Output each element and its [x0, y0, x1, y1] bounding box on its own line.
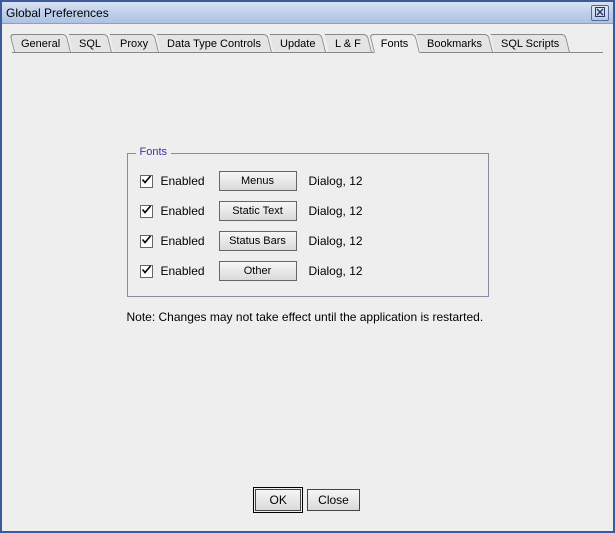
font-button-other[interactable]: Other: [219, 261, 297, 281]
check-icon: [141, 264, 152, 278]
font-button-status-bars[interactable]: Status Bars: [219, 231, 297, 251]
enabled-label: Enabled: [161, 174, 211, 188]
tab-data-type-controls[interactable]: Data Type Controls: [157, 34, 272, 52]
preferences-window: Global Preferences General SQL Proxy Dat…: [0, 0, 615, 533]
check-icon: [141, 234, 152, 248]
fonts-legend: Fonts: [136, 146, 172, 158]
font-button-static-text[interactable]: Static Text: [219, 201, 297, 221]
restart-note: Note: Changes may not take effect until …: [127, 309, 489, 325]
font-button-menus[interactable]: Menus: [219, 171, 297, 191]
tab-update[interactable]: Update: [270, 34, 327, 52]
dialog-buttonbar: OK Close: [12, 489, 603, 511]
close-icon: [595, 6, 605, 20]
window-close-button[interactable]: [591, 5, 609, 21]
enabled-label: Enabled: [161, 264, 211, 278]
font-desc-static-text: Dialog, 12: [309, 204, 363, 218]
tab-l-and-f[interactable]: L & F: [324, 34, 371, 52]
tab-general[interactable]: General: [10, 34, 72, 52]
enabled-checkbox-status-bars[interactable]: [140, 235, 153, 248]
font-row-menus: Enabled Menus Dialog, 12: [140, 168, 476, 194]
check-icon: [141, 174, 152, 188]
tab-sql[interactable]: SQL: [69, 34, 113, 52]
enabled-checkbox-other[interactable]: [140, 265, 153, 278]
font-desc-menus: Dialog, 12: [309, 174, 363, 188]
fonts-fieldset: Fonts Enabled Menus Dialog, 12 Enabled S…: [127, 153, 489, 297]
titlebar: Global Preferences: [2, 2, 613, 24]
font-desc-other: Dialog, 12: [309, 264, 363, 278]
font-desc-status-bars: Dialog, 12: [309, 234, 363, 248]
tabstrip: General SQL Proxy Data Type Controls Upd…: [14, 30, 603, 52]
tab-fonts[interactable]: Fonts: [369, 34, 419, 53]
tabpanel-fonts: Fonts Enabled Menus Dialog, 12 Enabled S…: [12, 52, 603, 521]
close-button[interactable]: Close: [307, 489, 360, 511]
font-row-status-bars: Enabled Status Bars Dialog, 12: [140, 228, 476, 254]
tab-proxy[interactable]: Proxy: [110, 34, 160, 52]
font-row-static-text: Enabled Static Text Dialog, 12: [140, 198, 476, 224]
enabled-label: Enabled: [161, 234, 211, 248]
check-icon: [141, 204, 152, 218]
tab-bookmarks[interactable]: Bookmarks: [417, 34, 494, 52]
content-area: General SQL Proxy Data Type Controls Upd…: [2, 24, 613, 531]
enabled-label: Enabled: [161, 204, 211, 218]
window-title: Global Preferences: [6, 6, 591, 20]
enabled-checkbox-static-text[interactable]: [140, 205, 153, 218]
ok-button[interactable]: OK: [255, 489, 301, 511]
enabled-checkbox-menus[interactable]: [140, 175, 153, 188]
tab-sql-scripts[interactable]: SQL Scripts: [491, 34, 571, 52]
font-row-other: Enabled Other Dialog, 12: [140, 258, 476, 284]
